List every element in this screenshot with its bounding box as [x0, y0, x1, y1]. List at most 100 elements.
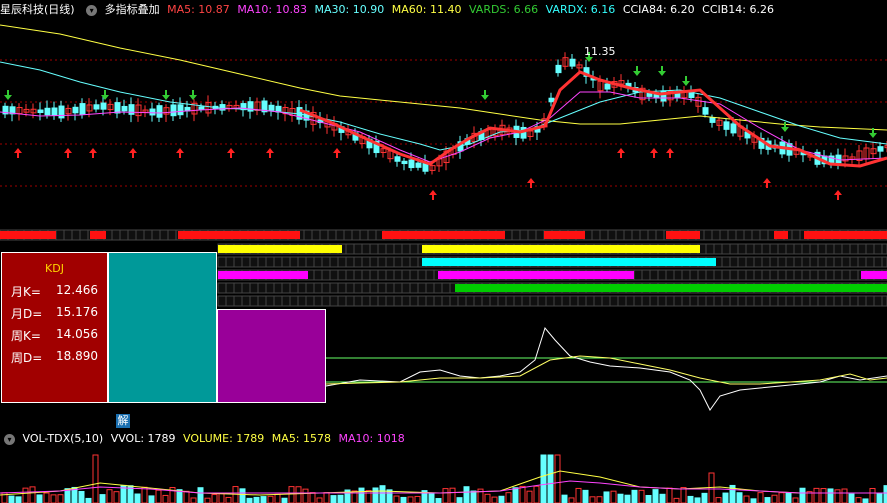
volume-bar [722, 492, 729, 503]
candle [492, 124, 499, 141]
volume-bar [715, 497, 722, 503]
candle [737, 118, 744, 141]
candle [758, 132, 765, 155]
candle [142, 105, 149, 118]
candle [401, 157, 408, 171]
volume-bar [309, 492, 316, 503]
volume-bar [519, 485, 526, 503]
volume-bar [99, 494, 106, 503]
volume-bar [358, 487, 365, 503]
volume-indicator-name[interactable]: VOL-TDX(5,10) [23, 432, 104, 445]
volume-bar [78, 490, 85, 503]
buy-arrow-icon [333, 148, 341, 158]
candle [744, 124, 751, 145]
candlestick-chart[interactable]: 11.35 [0, 20, 887, 225]
volume-bar [57, 494, 64, 503]
volume-bar [141, 486, 148, 503]
candle [128, 97, 135, 123]
vardx-label: VARDX: 6.16 [545, 3, 616, 16]
candle [261, 97, 268, 116]
volume-bar [533, 485, 540, 503]
candle [667, 86, 674, 107]
candle [9, 103, 16, 122]
candle [226, 101, 233, 112]
sell-arrow-icon [162, 90, 170, 100]
buy-arrow-icon [14, 148, 22, 158]
volume-bar [582, 489, 589, 503]
volume-bar [239, 488, 246, 503]
dropdown-icon[interactable]: ▾ [4, 433, 15, 445]
volume-bar [743, 495, 750, 503]
sell-arrow-icon [781, 122, 789, 132]
volume-bar [470, 490, 477, 503]
volume-bar [505, 492, 512, 503]
volume-chart[interactable] [0, 447, 887, 503]
jie-button[interactable]: 解 [116, 414, 130, 428]
volume-bar [365, 490, 372, 503]
candle [275, 100, 282, 120]
candle [716, 117, 723, 131]
candle [233, 100, 240, 112]
ma5-label: MA5: 10.87 [167, 3, 230, 16]
signal-row [217, 282, 887, 294]
buy-arrow-icon [176, 148, 184, 158]
candle [702, 100, 709, 118]
candle [65, 104, 72, 121]
oscillator-white-line [325, 326, 887, 411]
buy-arrow-icon [266, 148, 274, 158]
chart-header: 星辰科技(日线) ▾ 多指标叠加 MA5: 10.87 MA10: 10.83 … [0, 0, 887, 20]
volume-bar [428, 492, 435, 503]
volume-bar [652, 489, 659, 503]
dropdown-icon[interactable]: ▾ [86, 4, 98, 16]
volume-bar [400, 496, 407, 503]
candle [555, 59, 562, 77]
volume-bar [827, 488, 834, 503]
indicator-name[interactable]: 多指标叠加 [105, 3, 160, 16]
volume-bar [323, 492, 330, 503]
candle [93, 99, 100, 113]
sell-arrow-icon [481, 90, 489, 100]
volume-bar [337, 494, 344, 503]
candle [856, 145, 863, 168]
buy-arrow-icon [429, 190, 437, 200]
candle [247, 97, 254, 119]
volume-bar [435, 498, 442, 503]
vol-ma10-label: MA10: 1018 [338, 432, 405, 445]
buy-arrow-icon [89, 148, 97, 158]
vards-label: VARDS: 6.66 [468, 3, 539, 16]
volume-bar [232, 486, 239, 503]
volume-bar [855, 497, 862, 503]
volume-bar [393, 495, 400, 503]
volume-bar [701, 492, 708, 503]
volume-bar [498, 495, 505, 503]
volume-bars [1, 454, 887, 503]
volume-bar [540, 454, 547, 503]
vol-ma5-label: MA5: 1578 [271, 432, 332, 445]
candle [338, 121, 345, 141]
volume-bar [862, 498, 869, 503]
volume-bar [414, 495, 421, 503]
candle [79, 98, 86, 119]
volume-bar [785, 492, 792, 503]
signal-row [217, 256, 887, 268]
candle [16, 103, 23, 121]
volume-bar [330, 495, 337, 503]
candle [114, 97, 121, 119]
sell-arrow-icon [4, 90, 12, 100]
candles [2, 52, 887, 175]
volume-bar [183, 490, 190, 503]
stock-title[interactable]: 星辰科技(日线) [0, 3, 75, 16]
volume-bar [792, 497, 799, 503]
candle [2, 102, 9, 119]
volume-bar [876, 492, 883, 503]
volume-bar [190, 497, 197, 503]
volume-bar [813, 487, 820, 503]
candle [184, 100, 191, 118]
volume-bar [92, 454, 99, 503]
volume-bar [8, 495, 15, 503]
volume-bar [575, 487, 582, 503]
buy-arrow-icon [64, 148, 72, 158]
volume-bar [659, 493, 666, 503]
volume-bar [589, 496, 596, 503]
candle [723, 118, 730, 137]
